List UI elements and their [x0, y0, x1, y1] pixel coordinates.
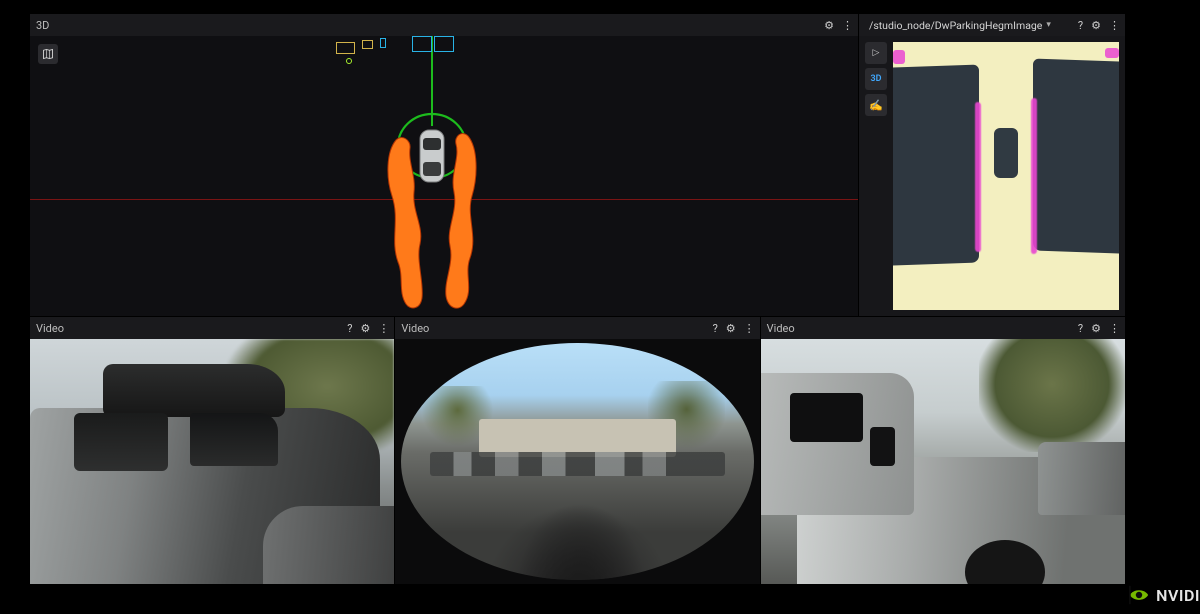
play-icon: ▷	[873, 48, 880, 58]
detection-box	[336, 42, 355, 54]
ego-vehicle-silhouette	[994, 128, 1018, 178]
segmentation-edge	[1031, 98, 1037, 255]
help-icon[interactable]: ?	[347, 323, 352, 334]
gear-icon[interactable]: ⚙	[1091, 323, 1101, 334]
detection-box	[434, 36, 454, 52]
panel-video-right-title: Video	[767, 322, 795, 335]
bottom-row: Video ? ⚙ ⋮	[30, 317, 1125, 584]
panel-3d-title: 3D	[36, 19, 49, 32]
detection-box	[412, 36, 432, 52]
panel-3d: 3D ⚙ ⋮	[30, 14, 858, 316]
marker-circle	[346, 58, 352, 64]
panel-video-center-header: Video ? ⚙ ⋮	[395, 317, 759, 339]
view-mode-button[interactable]	[38, 44, 58, 64]
gear-icon[interactable]: ⚙	[726, 323, 736, 334]
map-icon	[42, 48, 54, 60]
stage: 3D ⚙ ⋮	[0, 0, 1200, 614]
help-icon[interactable]: ?	[713, 323, 718, 334]
occupied-right	[1033, 58, 1119, 253]
segmentation-edge	[975, 102, 981, 253]
image-toolbar: ▷ 3D ✍	[865, 42, 887, 116]
panel-grid: 3D ⚙ ⋮	[30, 14, 1125, 584]
gear-icon[interactable]: ⚙	[360, 323, 370, 334]
panel-image: /studio_node/DwParkingHegmImage ▾ ? ⚙ ⋮ …	[859, 14, 1125, 316]
camera-feed-right	[761, 339, 1125, 584]
panel-video-left: Video ? ⚙ ⋮	[30, 317, 394, 584]
help-icon[interactable]: ?	[1078, 323, 1083, 334]
more-icon[interactable]: ⋮	[378, 323, 388, 334]
detection-box	[380, 38, 386, 48]
play-button[interactable]: ▷	[865, 42, 887, 64]
panel-video-center-body[interactable]	[395, 339, 759, 584]
more-icon[interactable]: ⋮	[1109, 323, 1119, 334]
more-icon[interactable]: ⋮	[1109, 20, 1119, 31]
app-window: 3D ⚙ ⋮	[30, 14, 1125, 584]
more-icon[interactable]: ⋮	[842, 20, 852, 31]
topic-dropdown[interactable]: /studio_node/DwParkingHegmImage ▾	[865, 19, 1055, 32]
panel-video-left-title: Video	[36, 322, 64, 335]
panel-3d-body[interactable]	[30, 36, 858, 316]
camera-feed-front-fisheye	[395, 339, 759, 584]
segmentation-region	[1105, 48, 1119, 58]
panel-video-right-header: Video ? ⚙ ⋮	[761, 317, 1125, 339]
gear-icon[interactable]: ⚙	[824, 20, 834, 31]
help-icon[interactable]: ?	[1078, 20, 1083, 31]
panel-image-header-icons: ? ⚙ ⋮	[1078, 20, 1119, 31]
heightmap-canvas	[893, 42, 1119, 310]
nvidia-brand-text: NVIDI	[1156, 586, 1200, 605]
nvidia-brand: NVIDI	[1128, 584, 1200, 606]
panel-image-header: /studio_node/DwParkingHegmImage ▾ ? ⚙ ⋮	[859, 14, 1125, 36]
panel-video-right: Video ? ⚙ ⋮	[761, 317, 1125, 584]
panel-3d-header: 3D ⚙ ⋮	[30, 14, 858, 36]
detection-box	[362, 40, 373, 49]
segmentation-region	[893, 50, 905, 64]
more-icon[interactable]: ⋮	[744, 323, 754, 334]
topic-dropdown-label: /studio_node/DwParkingHegmImage	[869, 19, 1042, 32]
ego-vehicle-scene	[350, 92, 520, 316]
nvidia-eye-icon	[1128, 584, 1150, 606]
panel-video-left-body[interactable]	[30, 339, 394, 584]
panel-3d-header-icons: ⚙ ⋮	[824, 20, 852, 31]
panel-video-left-header: Video ? ⚙ ⋮	[30, 317, 394, 339]
toggle-3d-label: 3D	[870, 74, 881, 84]
camera-feed-left	[30, 339, 394, 584]
pencil-icon: ✍	[869, 99, 883, 112]
toggle-3d-button[interactable]: 3D	[865, 68, 887, 90]
occupied-left	[893, 64, 979, 265]
panel-video-center: Video ? ⚙ ⋮	[395, 317, 759, 584]
panel-video-center-title: Video	[401, 322, 429, 335]
panel-video-right-body[interactable]	[761, 339, 1125, 584]
panel-image-body[interactable]: ▷ 3D ✍	[859, 36, 1125, 316]
gear-icon[interactable]: ⚙	[1091, 20, 1101, 31]
chevron-down-icon: ▾	[1046, 20, 1051, 30]
annotate-button[interactable]: ✍	[865, 94, 887, 116]
